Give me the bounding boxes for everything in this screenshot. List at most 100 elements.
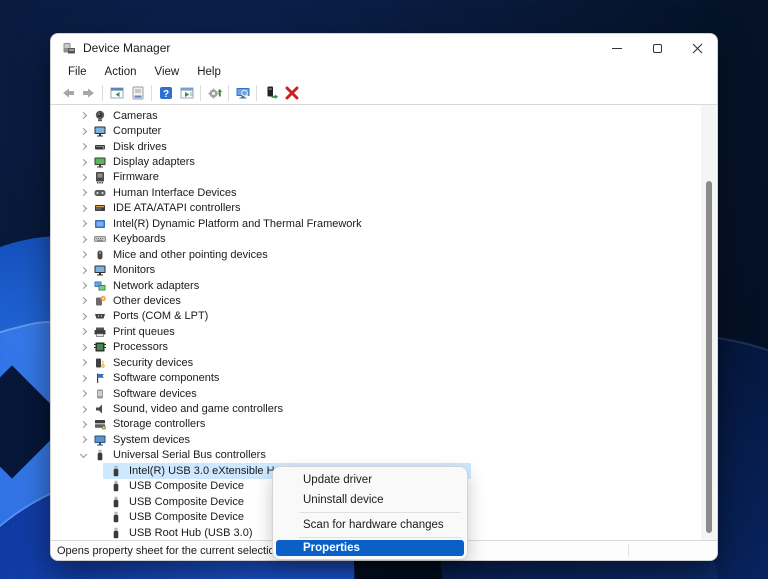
uninstall-device-button[interactable] (281, 83, 302, 103)
tree-item-label: Universal Serial Bus controllers (113, 449, 266, 462)
chevron-right-icon[interactable] (77, 310, 89, 322)
tree-item-label: Network adapters (113, 279, 200, 292)
context-menu-item-properties[interactable]: Properties (276, 540, 464, 556)
context-menu-item-scan-hardware-changes[interactable]: Scan for hardware changes (273, 515, 467, 535)
firmware-icon (96, 172, 104, 184)
title-bar[interactable]: Device Manager (51, 34, 717, 62)
remote-computer-button[interactable] (232, 83, 253, 103)
chevron-right-icon[interactable] (77, 372, 89, 384)
toolbar: ? (51, 82, 717, 105)
tree-item-disk-drives[interactable]: Disk drives (51, 139, 717, 154)
chevron-right-icon[interactable] (77, 341, 89, 353)
context-menu-item-uninstall-device[interactable]: Uninstall device (273, 490, 467, 510)
chevron-right-icon[interactable] (77, 388, 89, 400)
hid-icon (94, 189, 106, 196)
chevron-right-icon[interactable] (77, 403, 89, 415)
properties-sheet-button[interactable] (127, 83, 148, 103)
export-list-button[interactable] (176, 83, 197, 103)
keyboard-icon (94, 236, 106, 243)
forward-button[interactable] (78, 83, 99, 103)
tree-item-software-devices[interactable]: Software devices (51, 386, 717, 401)
svg-text:?: ? (162, 89, 168, 100)
chevron-right-icon[interactable] (77, 434, 89, 446)
vertical-scrollbar[interactable] (701, 105, 716, 540)
tree-item-cameras[interactable]: Cameras (51, 108, 717, 123)
chevron-right-icon[interactable] (77, 357, 89, 369)
tree-item-network-adapters[interactable]: Network adapters (51, 278, 717, 293)
maximize-button[interactable] (637, 34, 677, 62)
tree-item-label: Software components (113, 372, 220, 385)
uninstall-device-icon (285, 86, 298, 100)
toolbar-separator (151, 85, 152, 101)
tree-item-ide-controllers[interactable]: IDE ATA/ATAPI controllers (51, 201, 717, 216)
tree-item-processors[interactable]: Processors (51, 340, 717, 355)
usb-icon (113, 527, 119, 538)
tree-item-security-devices[interactable]: Security devices (51, 355, 717, 370)
tree-item-label: Software devices (113, 387, 197, 400)
usb-icon (113, 465, 119, 476)
help-icon: ? (159, 87, 172, 100)
chevron-right-icon[interactable] (77, 110, 89, 122)
tree-item-label: Cameras (113, 109, 158, 122)
chevron-right-icon[interactable] (77, 156, 89, 168)
menu-file[interactable]: File (59, 64, 96, 80)
back-button[interactable] (57, 83, 78, 103)
update-driver-button[interactable] (260, 83, 281, 103)
status-bar-divider (628, 544, 629, 557)
tree-item-other-devices[interactable]: Other devices (51, 293, 717, 308)
minimize-button[interactable] (597, 34, 637, 62)
monitor-icon (94, 265, 106, 276)
tree-item-print-queues[interactable]: Print queues (51, 324, 717, 339)
chevron-right-icon[interactable] (77, 295, 89, 307)
mouse-icon (97, 250, 103, 260)
show-console-tree-button[interactable] (106, 83, 127, 103)
chevron-right-icon[interactable] (77, 326, 89, 338)
tree-item-monitors[interactable]: Monitors (51, 262, 717, 277)
tree-item-label: Processors (113, 341, 169, 354)
tree-item-software-components[interactable]: Software components (51, 370, 717, 385)
context-menu-item-update-driver[interactable]: Update driver (273, 470, 467, 490)
camera-icon (95, 110, 105, 121)
scrollbar-thumb[interactable] (706, 181, 712, 533)
chevron-right-icon[interactable] (77, 218, 89, 230)
chevron-right-icon[interactable] (77, 125, 89, 137)
tree-item-label: USB Root Hub (USB 3.0) (129, 526, 253, 539)
help-button[interactable]: ? (155, 83, 176, 103)
chevron-right-icon[interactable] (77, 264, 89, 276)
tree-item-display-adapters[interactable]: Display adapters (51, 154, 717, 169)
menu-view[interactable]: View (146, 64, 189, 80)
chevron-right-icon[interactable] (77, 249, 89, 261)
tree-item-system-devices[interactable]: System devices (51, 432, 717, 447)
export-list-icon (180, 87, 193, 99)
menu-help[interactable]: Help (188, 64, 230, 80)
tree-item-human-interface-devices[interactable]: Human Interface Devices (51, 185, 717, 200)
tree-item-computer[interactable]: Computer (51, 123, 717, 138)
chevron-right-icon[interactable] (77, 418, 89, 430)
tree-item-firmware[interactable]: Firmware (51, 170, 717, 185)
tree-item-sound-controllers[interactable]: Sound, video and game controllers (51, 401, 717, 416)
update-driver-icon (267, 86, 278, 99)
chevron-right-icon[interactable] (77, 233, 89, 245)
chevron-right-icon[interactable] (77, 171, 89, 183)
tree-item-mice[interactable]: Mice and other pointing devices (51, 247, 717, 262)
software-device-icon (97, 389, 103, 399)
chevron-right-icon[interactable] (77, 280, 89, 292)
tree-item-storage-controllers[interactable]: Storage controllers (51, 417, 717, 432)
menu-action[interactable]: Action (96, 64, 146, 80)
tree-item-ports[interactable]: Ports (COM & LPT) (51, 309, 717, 324)
tree-item-usb-controllers[interactable]: Universal Serial Bus controllers (51, 448, 717, 463)
chevron-right-icon[interactable] (77, 141, 89, 153)
maximize-icon (652, 43, 662, 53)
tree-item-keyboards[interactable]: Keyboards (51, 232, 717, 247)
unknown-device-icon (96, 295, 106, 306)
chevron-right-icon[interactable] (77, 202, 89, 214)
tree-item-intel-thermal-framework[interactable]: Intel(R) Dynamic Platform and Thermal Fr… (51, 216, 717, 231)
system-device-icon (94, 435, 106, 446)
tree-item-label: Storage controllers (113, 418, 206, 431)
usb-icon (113, 496, 119, 507)
scan-hardware-changes-button[interactable] (204, 83, 225, 103)
close-button[interactable] (677, 34, 717, 62)
chevron-down-icon[interactable] (77, 449, 89, 461)
chevron-right-icon[interactable] (77, 187, 89, 199)
back-icon (62, 88, 74, 98)
